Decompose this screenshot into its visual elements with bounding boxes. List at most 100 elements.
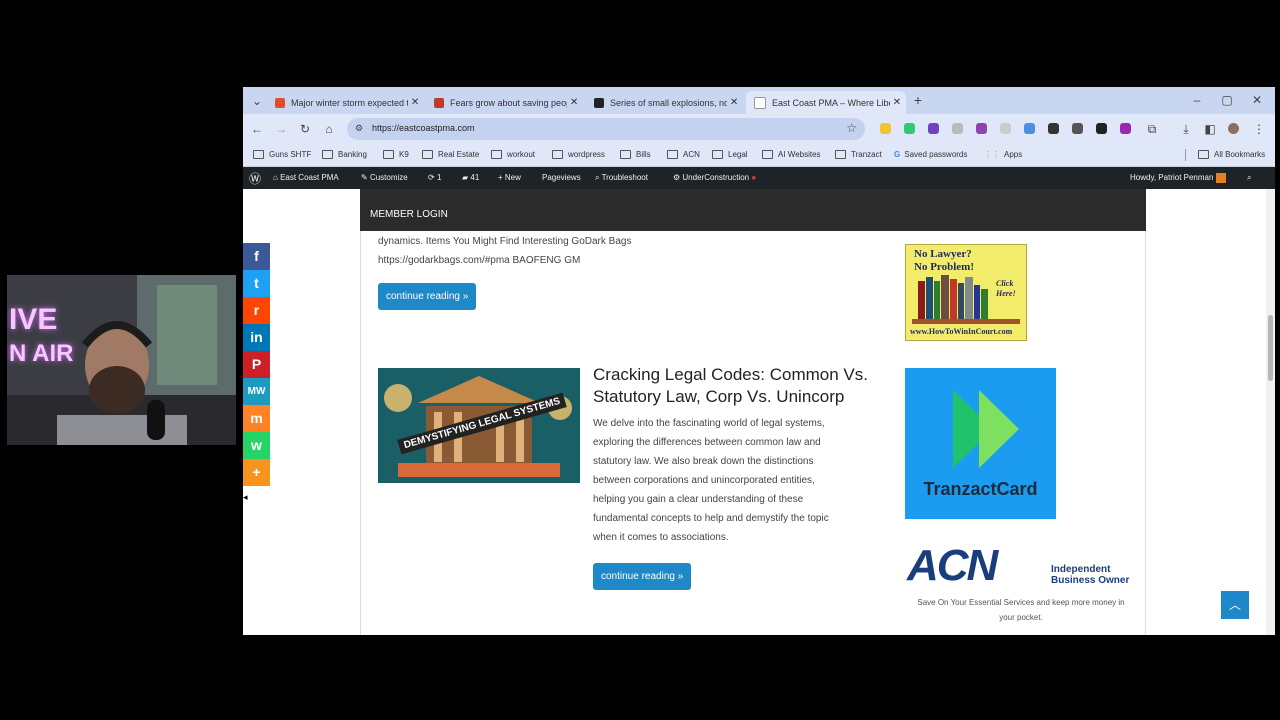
linkedin-share-button[interactable]: in: [243, 324, 270, 351]
pageviews-link[interactable]: Pageviews: [542, 173, 581, 182]
home-icon[interactable]: ⌂: [321, 121, 337, 137]
under-construction-link[interactable]: ⚙ UnderConstruction ●: [673, 173, 756, 182]
customize-link[interactable]: ✎ Customize: [361, 173, 408, 182]
bookmark-folder[interactable]: Tranzact: [835, 150, 882, 159]
extension-icon[interactable]: [952, 123, 963, 134]
back-to-top-button[interactable]: ︿: [1221, 591, 1249, 619]
pinterest-share-button[interactable]: P: [243, 351, 270, 378]
tab-3-active[interactable]: East Coast PMA – Where Libert ✕: [746, 91, 906, 114]
extension-icon[interactable]: [1048, 123, 1059, 134]
reddit-share-button[interactable]: r: [243, 297, 270, 324]
facebook-share-button[interactable]: f: [243, 243, 270, 270]
download-icon[interactable]: ⤓: [1178, 121, 1194, 137]
continue-reading-button[interactable]: continue reading »: [378, 283, 477, 310]
bookmark-folder[interactable]: Banking: [322, 150, 367, 159]
double-chevron-right-icon: »: [462, 291, 469, 302]
mix-share-button[interactable]: m: [243, 405, 270, 432]
tab-0[interactable]: Major winter storm expected to ✕: [267, 91, 422, 114]
close-tab-icon[interactable]: ✕: [408, 97, 422, 108]
bookmark-folder[interactable]: ACN: [667, 150, 700, 159]
bookmark-link[interactable]: G Saved passwords: [894, 150, 967, 159]
post-excerpt-line: exploring the differences between common…: [593, 437, 821, 448]
close-window-icon[interactable]: ✕: [1249, 92, 1265, 108]
search-icon[interactable]: ⌕: [1247, 173, 1251, 183]
extension-icon[interactable]: [1120, 123, 1131, 134]
bookmark-folder[interactable]: Guns SHTF: [253, 150, 311, 159]
post-title[interactable]: Cracking Legal Codes: Common Vs. Statuto…: [593, 364, 868, 408]
bookmark-folder[interactable]: workout: [491, 150, 535, 159]
reload-icon[interactable]: ↻: [297, 121, 313, 137]
extension-icon[interactable]: [1072, 123, 1083, 134]
site-info-icon[interactable]: ⚙: [355, 123, 363, 134]
collapse-share-bar-icon[interactable]: ◂: [243, 492, 253, 504]
maximize-icon[interactable]: ▢: [1219, 92, 1235, 108]
post-featured-image[interactable]: DEMYSTIFYING LEGAL SYSTEMS: [378, 368, 580, 483]
close-tab-icon[interactable]: ✕: [567, 97, 581, 108]
comments-link[interactable]: ▰ 41: [462, 173, 479, 182]
bookmark-folder[interactable]: AI Websites: [762, 150, 821, 159]
menu-kebab-icon[interactable]: ⋮: [1251, 121, 1267, 137]
bookmark-star-icon[interactable]: ☆: [846, 121, 857, 135]
plus-icon: +: [252, 464, 261, 480]
updates-count: 1: [436, 173, 442, 182]
tab-favicon: [275, 97, 285, 108]
wordpress-logo-icon[interactable]: Ⓦ: [249, 170, 261, 187]
profile-avatar[interactable]: [1228, 123, 1239, 134]
ad-acn[interactable]: ACN Independent Business Owner Save On Y…: [905, 544, 1137, 624]
extension-icon[interactable]: [880, 123, 891, 134]
content-border-left: [360, 231, 361, 635]
back-icon[interactable]: ←: [249, 121, 265, 137]
new-tab-icon[interactable]: +: [910, 92, 926, 108]
more-share-button[interactable]: +: [243, 459, 270, 486]
acn-caption-line: your pocket.: [999, 613, 1043, 622]
extension-icon[interactable]: [928, 123, 939, 134]
bookmark-folder[interactable]: Bills: [620, 150, 651, 159]
acn-logo: ACN: [907, 541, 998, 590]
howdy-user-link[interactable]: Howdy, Patriot Penman: [1130, 173, 1226, 183]
site-name-link[interactable]: ⌂ East Coast PMA: [273, 173, 339, 182]
bookmark-folder[interactable]: Real Estate: [422, 150, 479, 159]
extension-icon[interactable]: [1096, 123, 1107, 134]
close-tab-icon[interactable]: ✕: [890, 97, 904, 108]
bookmark-link[interactable]: ⋮⋮ Apps: [984, 150, 1022, 159]
bookmark-label: ACN: [683, 150, 700, 159]
twitter-share-button[interactable]: t: [243, 270, 270, 297]
continue-reading-button[interactable]: continue reading »: [593, 563, 692, 590]
browser-window: ⌄ Major winter storm expected to ✕ Fears…: [243, 87, 1275, 635]
updates-link[interactable]: ⟳ 1: [428, 173, 441, 182]
tab-title: Series of small explosions, no in: [610, 97, 728, 108]
address-bar[interactable]: ⚙ https://eastcoastpma.com ☆: [347, 118, 865, 140]
all-bookmarks[interactable]: All Bookmarks: [1198, 150, 1265, 159]
mewe-share-button[interactable]: MW: [243, 378, 270, 405]
ad-tranzactcard[interactable]: TranzactCard: [905, 368, 1056, 519]
ad-how-to-win-in-court[interactable]: No Lawyer? No Problem! Click Here! www.H…: [905, 244, 1027, 341]
new-content-link[interactable]: + New: [498, 173, 521, 182]
minimize-icon[interactable]: –: [1189, 92, 1205, 108]
acn-caption-line: Save On Your Essential Services and keep…: [917, 598, 1125, 607]
forward-icon[interactable]: →: [273, 121, 289, 137]
browser-toolbar: ← → ↻ ⌂ ⚙ https://eastcoastpma.com ☆ ⧉ ⤓…: [243, 114, 1275, 144]
folder-icon: [762, 150, 773, 159]
bookmark-label: workout: [507, 150, 536, 159]
tab-1[interactable]: Fears grow about saving peopl ✕: [426, 91, 581, 114]
member-login-link[interactable]: MEMBER LOGIN: [370, 209, 448, 220]
scrollbar-thumb[interactable]: [1268, 315, 1273, 381]
extension-icon[interactable]: [1024, 123, 1035, 134]
side-panel-icon[interactable]: ◧: [1202, 121, 1218, 137]
ad-url: www.HowToWinInCourt.com: [910, 327, 1013, 336]
mix-icon: m: [250, 410, 263, 426]
user-avatar: [1215, 173, 1226, 183]
extension-icon[interactable]: [1000, 123, 1011, 134]
bookmark-folder[interactable]: Legal: [712, 150, 748, 159]
tab-search-icon[interactable]: ⌄: [249, 93, 265, 109]
troubleshoot-link[interactable]: ⌕ Troubleshoot: [595, 173, 648, 183]
bookmark-folder[interactable]: wordpress: [552, 150, 605, 159]
extensions-puzzle-icon[interactable]: ⧉: [1144, 121, 1160, 137]
tab-2[interactable]: Series of small explosions, no in ✕: [586, 91, 741, 114]
bookmark-folder[interactable]: K9: [383, 150, 409, 159]
close-tab-icon[interactable]: ✕: [727, 97, 741, 108]
extension-icon[interactable]: [976, 123, 987, 134]
page-scrollbar[interactable]: [1266, 189, 1275, 635]
whatsapp-share-button[interactable]: w: [243, 432, 270, 459]
extension-icon[interactable]: [904, 123, 915, 134]
